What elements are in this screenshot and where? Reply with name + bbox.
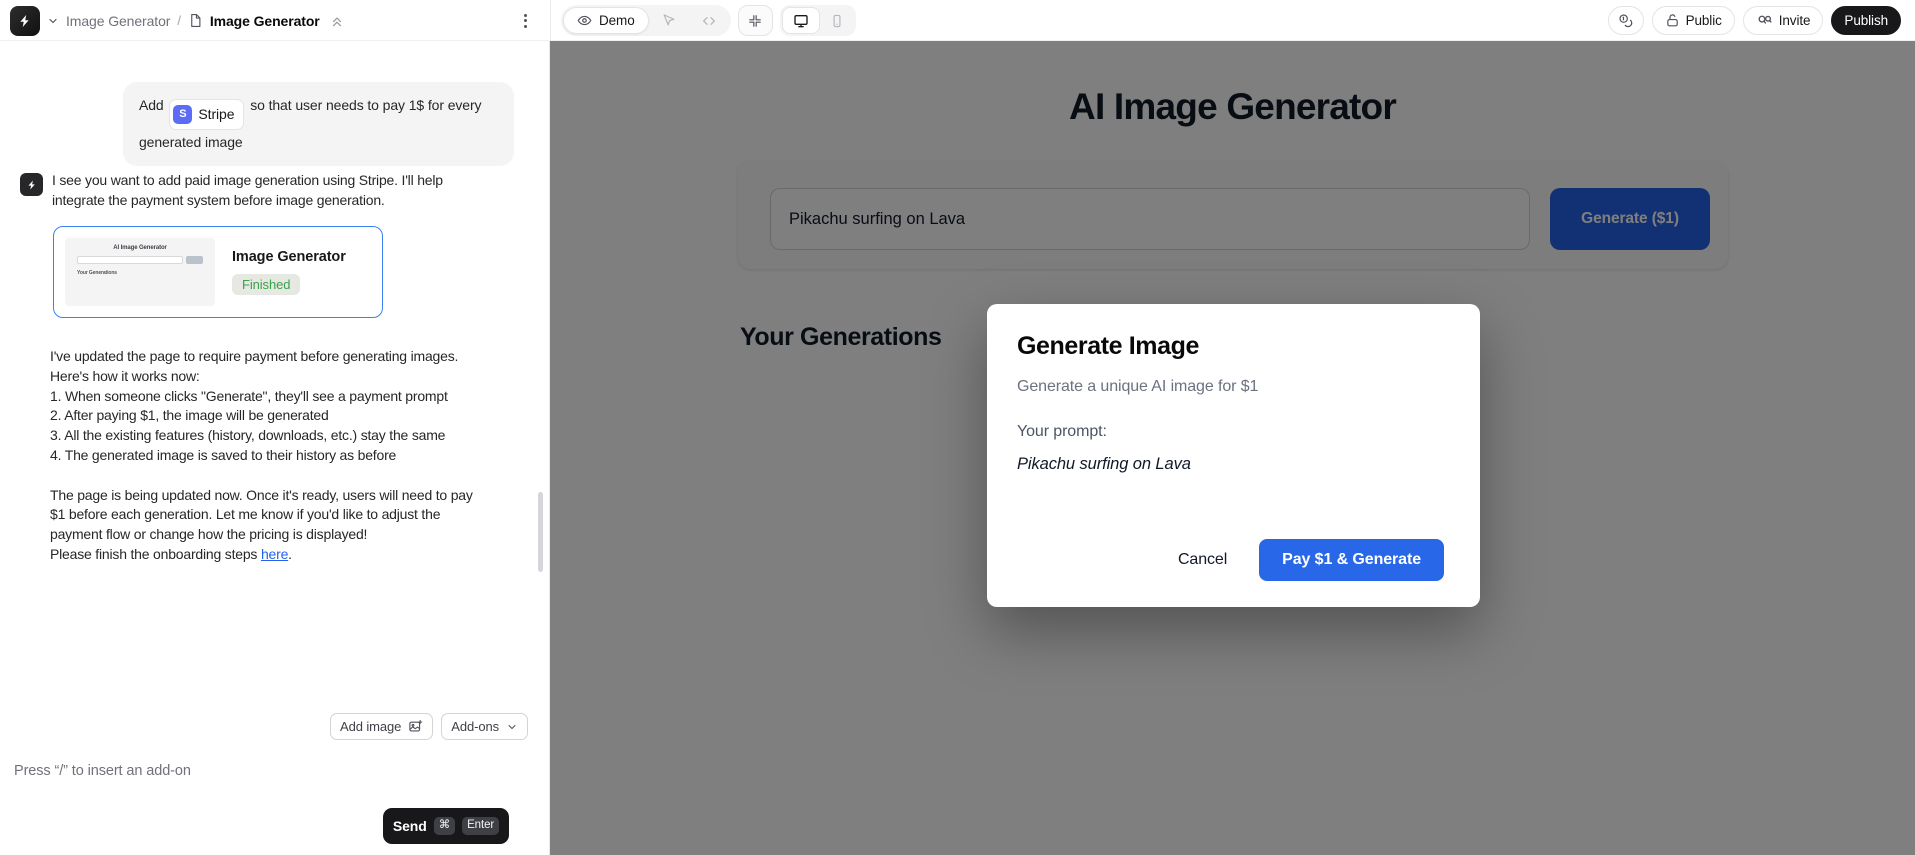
- addons-label: Add-ons: [451, 719, 499, 734]
- coins-icon: [1618, 13, 1634, 29]
- logo-glyph-icon: [17, 13, 33, 29]
- assistant-logo-icon: [26, 179, 38, 191]
- code-mode-button[interactable]: [689, 13, 729, 29]
- mobile-view-button[interactable]: [820, 14, 854, 28]
- onboarding-line: Please finish the onboarding steps here.: [50, 545, 478, 565]
- breadcrumb-page[interactable]: Image Generator: [210, 13, 320, 29]
- modal-prompt-value: Pikachu surfing on Lava: [1017, 455, 1450, 474]
- lock-open-icon: [1665, 13, 1680, 28]
- generate-image-modal: Generate Image Generate a unique AI imag…: [987, 304, 1480, 607]
- publish-button[interactable]: Publish: [1831, 6, 1901, 35]
- chat-panel: Add S Stripe so that user needs to pay 1…: [0, 41, 550, 855]
- stripe-logo-icon: S: [173, 105, 192, 124]
- thumbnail-input: [77, 256, 183, 264]
- cmd-key-badge: ⌘: [434, 817, 455, 835]
- app-logo[interactable]: [10, 6, 40, 36]
- select-mode-button[interactable]: [649, 13, 689, 28]
- enter-key-badge: Enter: [462, 817, 499, 835]
- collapse-chevrons-icon[interactable]: [330, 14, 344, 28]
- stripe-mention-chip: S Stripe: [169, 99, 244, 130]
- desktop-view-button[interactable]: [782, 7, 820, 34]
- stripe-chip-label: Stripe: [198, 102, 234, 127]
- fit-screen-icon: [748, 14, 762, 28]
- header-divider: [550, 0, 551, 41]
- onboarding-link[interactable]: here: [261, 546, 288, 562]
- composer-attachments-row: Add image Add-ons: [0, 713, 538, 740]
- thumbnail-title: AI Image Generator: [65, 245, 215, 251]
- user-message-bubble: Add S Stripe so that user needs to pay 1…: [123, 82, 514, 166]
- chat-input[interactable]: Press “/” to insert an add-on: [14, 763, 314, 779]
- more-options-kebab[interactable]: [516, 11, 534, 30]
- preview-mode-toolbar: Demo: [561, 5, 856, 36]
- image-plus-icon: [408, 719, 423, 734]
- onboarding-prefix: Please finish the onboarding steps: [50, 546, 261, 562]
- top-bar: Image Generator / Image Generator Demo: [0, 0, 1915, 41]
- assistant-intro-text: I see you want to add paid image generat…: [52, 171, 480, 210]
- modal-title: Generate Image: [1017, 332, 1450, 361]
- thumbnail-button: [186, 256, 203, 264]
- public-label: Public: [1686, 13, 1722, 28]
- breadcrumb-separator: /: [177, 13, 181, 28]
- app-thumbnail: AI Image Generator Your Generations: [65, 238, 215, 306]
- users-icon: [1756, 12, 1773, 29]
- demo-label: Demo: [599, 13, 635, 28]
- publish-label: Publish: [1844, 13, 1888, 28]
- fit-screen-button[interactable]: [738, 5, 773, 36]
- breadcrumb-project[interactable]: Image Generator: [66, 13, 170, 29]
- invite-label: Invite: [1779, 13, 1811, 28]
- cursor-icon: [661, 13, 676, 28]
- task-version-card[interactable]: AI Image Generator Your Generations Imag…: [53, 226, 383, 318]
- eye-icon: [577, 13, 592, 28]
- device-segmented-control: [780, 5, 856, 36]
- modal-footer: Cancel Pay $1 & Generate: [1017, 539, 1450, 581]
- send-button[interactable]: Send ⌘ Enter: [383, 808, 509, 844]
- chevron-down-icon: [506, 721, 518, 733]
- app-preview: AI Image Generator Generate ($1) Your Ge…: [550, 41, 1915, 855]
- code-icon: [701, 13, 717, 29]
- add-image-label: Add image: [340, 719, 401, 734]
- workspace-chevron-down-icon[interactable]: [47, 15, 59, 27]
- task-card-title: Image Generator: [232, 249, 346, 265]
- assistant-body-text: I've updated the page to require payment…: [50, 347, 478, 545]
- invite-button[interactable]: Invite: [1743, 6, 1824, 35]
- assistant-body-block: I've updated the page to require payment…: [50, 347, 478, 565]
- thumbnail-heading: Your Generations: [77, 270, 215, 276]
- addons-button[interactable]: Add-ons: [441, 713, 528, 740]
- add-image-button[interactable]: Add image: [330, 713, 433, 740]
- send-label: Send: [393, 818, 427, 834]
- mode-segmented-control: Demo: [561, 5, 731, 36]
- pay-generate-button[interactable]: Pay $1 & Generate: [1259, 539, 1444, 581]
- page-file-icon: [188, 13, 203, 28]
- cancel-button[interactable]: Cancel: [1178, 551, 1227, 569]
- user-message-prefix: Add: [139, 97, 164, 113]
- public-button[interactable]: Public: [1652, 6, 1735, 35]
- modal-description: Generate a unique AI image for $1: [1017, 378, 1450, 396]
- credits-button[interactable]: [1608, 6, 1644, 35]
- header-actions: Public Invite Publish: [1608, 6, 1901, 35]
- modal-prompt-label: Your prompt:: [1017, 423, 1450, 441]
- assistant-avatar: [20, 173, 43, 196]
- chat-scrollbar[interactable]: [538, 492, 543, 572]
- assistant-message-row: I see you want to add paid image generat…: [20, 171, 480, 210]
- monitor-icon: [793, 13, 809, 29]
- onboarding-suffix: .: [288, 546, 292, 562]
- status-badge: Finished: [232, 274, 300, 295]
- header-left: Image Generator / Image Generator: [10, 0, 344, 41]
- phone-icon: [830, 14, 844, 28]
- demo-mode-button[interactable]: Demo: [563, 7, 649, 34]
